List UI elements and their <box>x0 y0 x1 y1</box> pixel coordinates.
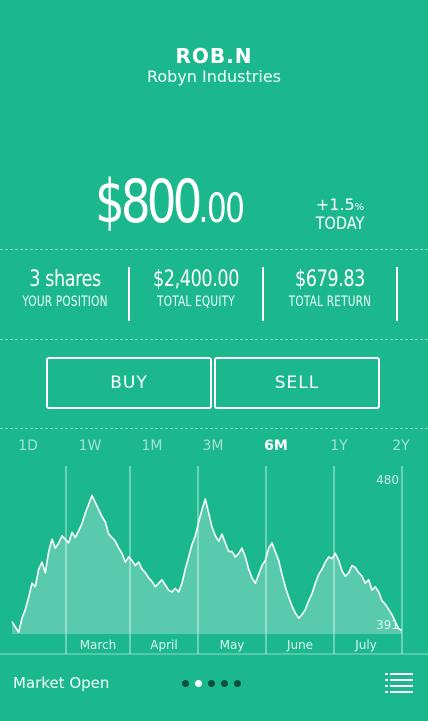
company-name: Robyn Industries <box>146 67 281 86</box>
chart-x-label: July <box>354 638 377 652</box>
stat-equity: $2,400.00 TOTAL EQUITY <box>131 267 261 310</box>
stat-label: YOUR POSITION <box>22 294 108 310</box>
tab-2y[interactable]: 2Y <box>392 438 409 454</box>
price-chart[interactable]: March April May June July 480 391 <box>0 466 428 656</box>
range-tabs: 1D 1W 1M 3M 6M 1Y 2Y <box>0 438 428 462</box>
stat-divider <box>128 267 130 321</box>
sell-button[interactable]: SELL <box>214 357 380 409</box>
stat-return: $679.83 TOTAL RETURN <box>265 267 395 310</box>
stat-position: 3 shares YOUR POSITION <box>0 267 130 310</box>
page-indicator[interactable] <box>182 680 241 688</box>
divider-middle <box>0 339 428 340</box>
stat-label: TOTAL RETURN <box>288 294 372 310</box>
tab-1w[interactable]: 1W <box>79 438 102 454</box>
chart-x-label: May <box>220 638 245 652</box>
stat-divider <box>262 267 264 321</box>
price-dollars: $800 <box>95 167 202 237</box>
page-dot[interactable] <box>182 680 189 687</box>
current-price: $800.00 <box>95 172 245 232</box>
price-change: +1.5% <box>300 195 380 214</box>
chart-x-label: March <box>80 638 117 652</box>
chart-y-label: 391 <box>376 618 399 632</box>
stat-value: $679.83 <box>295 267 365 292</box>
page-dot[interactable] <box>221 680 228 687</box>
change-unit: % <box>354 202 365 213</box>
tab-3m[interactable]: 3M <box>203 438 224 454</box>
change-value: +1.5 <box>315 195 355 214</box>
tab-1y[interactable]: 1Y <box>330 438 347 454</box>
tab-1m[interactable]: 1M <box>142 438 163 454</box>
stat-value: $2,400.00 <box>153 267 239 292</box>
chart-x-label: June <box>286 638 313 652</box>
page-dot[interactable] <box>208 680 215 687</box>
divider-top <box>0 249 428 250</box>
tab-1d[interactable]: 1D <box>18 438 38 454</box>
divider-bottom <box>0 428 428 429</box>
chart-area <box>12 495 402 634</box>
change-period: TODAY <box>315 214 365 234</box>
chart-y-label: 480 <box>376 473 399 487</box>
list-icon[interactable] <box>385 672 413 694</box>
stock-ticker: ROB.N <box>175 44 253 68</box>
stat-label: TOTAL EQUITY <box>157 294 235 310</box>
price-cents: .00 <box>198 186 245 232</box>
stat-value: 3 shares <box>29 267 101 292</box>
stat-divider <box>396 267 398 321</box>
buy-button[interactable]: BUY <box>46 357 212 409</box>
page-dot[interactable] <box>195 680 202 687</box>
tab-6m[interactable]: 6M <box>264 438 288 454</box>
page-dot[interactable] <box>234 680 241 687</box>
chart-x-label: April <box>150 638 177 652</box>
market-status: Market Open <box>13 674 110 692</box>
